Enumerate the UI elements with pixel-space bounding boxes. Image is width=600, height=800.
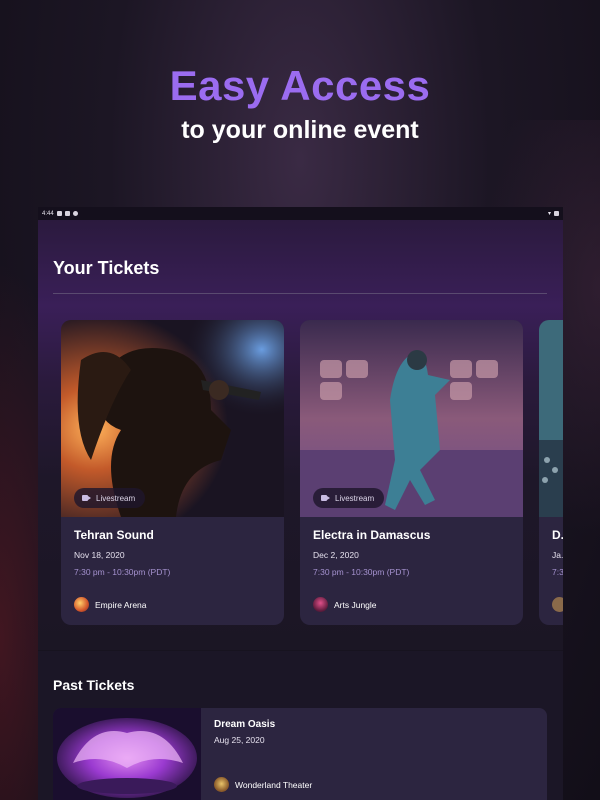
livestream-badge: Livestream — [313, 488, 385, 508]
venue: Wonderland Theater — [214, 777, 312, 792]
ticket-card[interactable]: Livestream Tehran Sound Nov 18, 2020 7:3… — [61, 320, 284, 625]
event-photo — [53, 708, 201, 800]
headline-subtitle: to your online event — [181, 116, 419, 144]
status-time: 4:44 — [42, 210, 54, 217]
video-camera-icon — [82, 495, 91, 501]
past-tickets-title: Past Tickets — [53, 677, 135, 693]
badge-label: Livestream — [96, 493, 136, 503]
venue-name: Empire Arena — [95, 599, 147, 610]
wifi-icon: ▾ — [547, 211, 551, 217]
past-tickets-section: Past Tickets Dream Oasis Aug 25, 2020 Wo… — [38, 651, 563, 800]
ticket-card[interactable]: D... Ja... 7:3... — [539, 320, 563, 625]
badge-label: Livestream — [335, 493, 375, 503]
venue: Arts Jungle — [313, 597, 377, 612]
event-date: Aug 25, 2020 — [214, 735, 265, 745]
event-title: D... — [552, 528, 563, 542]
venue — [552, 597, 563, 612]
device-screen: 4:44 ▾ Your Tickets Livestream Tehran So… — [38, 207, 563, 800]
event-date: Nov 18, 2020 — [74, 550, 125, 560]
venue-logo-icon — [74, 597, 89, 612]
sync-icon — [72, 211, 78, 216]
venue-logo-icon — [214, 777, 229, 792]
venue-logo-icon — [313, 597, 328, 612]
livestream-badge: Livestream — [74, 488, 146, 508]
event-date: Ja... — [552, 550, 563, 560]
event-photo — [539, 320, 563, 517]
event-title: Tehran Sound — [74, 528, 154, 542]
event-date: Dec 2, 2020 — [313, 550, 359, 560]
video-camera-icon — [321, 495, 330, 501]
venue-name: Arts Jungle — [334, 599, 377, 610]
event-title: Electra in Damascus — [313, 528, 431, 542]
sim-icon — [64, 211, 70, 216]
divider — [53, 293, 547, 294]
notification-icon — [56, 211, 62, 216]
event-time: 7:3... — [552, 567, 563, 577]
event-time: 7:30 pm - 10:30pm (PDT) — [74, 567, 171, 577]
battery-icon — [554, 211, 559, 216]
status-bar: 4:44 ▾ — [38, 207, 563, 220]
past-ticket-card[interactable]: Dream Oasis Aug 25, 2020 Wonderland Thea… — [53, 708, 547, 800]
venue: Empire Arena — [74, 597, 147, 612]
venue-name: Wonderland Theater — [235, 779, 313, 790]
your-tickets-title: Your Tickets — [53, 258, 160, 278]
headline: Easy Access to your online event — [0, 62, 600, 145]
ticket-card[interactable]: Livestream Electra in Damascus Dec 2, 20… — [300, 320, 523, 625]
your-tickets-section: Your Tickets Livestream Tehran Sound Nov… — [38, 220, 563, 650]
event-time: 7:30 pm - 10:30pm (PDT) — [313, 567, 410, 577]
venue-logo-icon — [552, 597, 563, 612]
event-title: Dream Oasis — [214, 719, 276, 730]
headline-title: Easy Access — [169, 62, 431, 109]
